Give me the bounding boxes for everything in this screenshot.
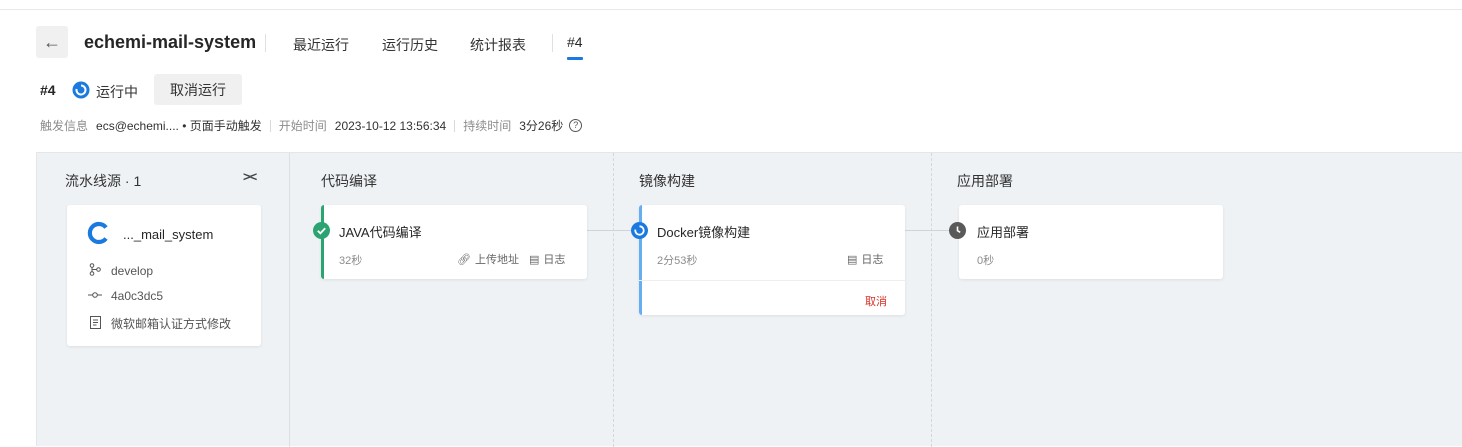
arrow-left-icon: ← bbox=[43, 31, 61, 52]
stage-title-deploy: 应用部署 bbox=[957, 173, 1013, 189]
stage-divider bbox=[613, 153, 614, 447]
log-icon: ▤ bbox=[529, 253, 540, 266]
upload-address-label: 上传地址 bbox=[474, 254, 519, 266]
run-number: #4 bbox=[40, 82, 56, 98]
branch-icon bbox=[87, 263, 103, 279]
job-card-docker-build[interactable]: Docker镜像构建 2分53秒 ▤ 日志 取消 bbox=[631, 205, 905, 315]
log-label: 日志 bbox=[861, 254, 884, 266]
top-divider bbox=[0, 0, 1462, 10]
job-status-bar bbox=[321, 205, 324, 279]
commit-row: 4a0c3dc5 bbox=[87, 289, 163, 303]
branch-row: develop bbox=[87, 263, 153, 279]
pipeline-canvas: 流水线源 · 1 >< ..._mail_system develop 4a0c… bbox=[36, 152, 1462, 447]
collapse-icon[interactable]: >< bbox=[243, 169, 257, 184]
start-time-label: 开始时间 bbox=[278, 119, 327, 133]
source-card[interactable]: ..._mail_system develop 4a0c3dc5 微软邮箱认证方… bbox=[67, 205, 261, 346]
active-tab-indicator bbox=[567, 57, 583, 60]
source-title: 流水线源 · 1 bbox=[65, 173, 142, 189]
running-status-icon bbox=[72, 81, 90, 99]
success-check-icon bbox=[313, 222, 330, 239]
start-time-value: 2023-10-12 13:56:34 bbox=[334, 118, 447, 133]
tab-run-4[interactable]: #4 bbox=[567, 34, 583, 50]
commit-message: 微软邮箱认证方式修改 bbox=[111, 317, 232, 331]
log-link[interactable]: ▤ 日志 bbox=[847, 251, 883, 267]
job-footer-divider bbox=[639, 280, 905, 281]
log-label: 日志 bbox=[543, 254, 566, 266]
document-icon bbox=[87, 315, 103, 332]
repo-name: ..._mail_system bbox=[123, 227, 214, 242]
log-icon: ▤ bbox=[847, 253, 858, 266]
stage-divider bbox=[931, 153, 932, 447]
back-button[interactable]: ← bbox=[36, 26, 68, 58]
job-name: Docker镜像构建 bbox=[657, 225, 751, 240]
commit-hash: 4a0c3dc5 bbox=[111, 289, 164, 303]
trigger-value: ecs@echemi.... • 页面手动触发 bbox=[96, 119, 262, 133]
run-meta: 触发信息 ecs@echemi.... • 页面手动触发 开始时间 2023-1… bbox=[40, 117, 583, 134]
tab-recent-runs[interactable]: 最近运行 bbox=[293, 35, 349, 55]
project-title: echemi-mail-system bbox=[84, 32, 257, 52]
job-card-java-compile[interactable]: JAVA代码编译 32秒 🔗︎ 上传地址 ▤ 日志 bbox=[313, 205, 587, 279]
trigger-label: 触发信息 bbox=[40, 119, 89, 133]
cancel-run-button[interactable]: 取消运行 bbox=[154, 74, 242, 105]
title-divider bbox=[265, 34, 266, 52]
tab-run-history[interactable]: 运行历史 bbox=[382, 35, 438, 55]
meta-divider bbox=[269, 119, 271, 132]
link-icon: 🔗︎ bbox=[457, 253, 471, 266]
duration-label: 持续时间 bbox=[463, 119, 512, 133]
job-card-deploy[interactable]: 应用部署 0秒 bbox=[949, 205, 1223, 279]
stage-title-compile: 代码编译 bbox=[321, 173, 377, 189]
pipeline-source-column: 流水线源 · 1 >< ..._mail_system develop 4a0c… bbox=[37, 153, 290, 447]
job-duration: 32秒 bbox=[339, 255, 363, 267]
waiting-clock-icon bbox=[949, 222, 966, 239]
stage-title-image-build: 镜像构建 bbox=[639, 173, 695, 189]
commit-message-row: 微软邮箱认证方式修改 bbox=[87, 315, 231, 332]
repo-logo-icon bbox=[87, 221, 108, 245]
running-status-icon bbox=[631, 222, 648, 239]
branch-name: develop bbox=[111, 264, 154, 278]
commit-icon bbox=[87, 289, 103, 303]
upload-address-link[interactable]: 🔗︎ 上传地址 bbox=[457, 251, 519, 267]
run-status-text: 运行中 bbox=[96, 84, 138, 100]
tab-divider bbox=[552, 34, 553, 52]
job-duration: 2分53秒 bbox=[657, 255, 698, 267]
tab-statistics[interactable]: 统计报表 bbox=[470, 35, 526, 55]
job-name: 应用部署 bbox=[977, 225, 1030, 240]
cancel-job-button[interactable]: 取消 bbox=[865, 293, 887, 309]
help-icon[interactable]: ? bbox=[569, 119, 583, 132]
job-name: JAVA代码编译 bbox=[339, 225, 422, 240]
meta-divider bbox=[454, 119, 456, 132]
log-link[interactable]: ▤ 日志 bbox=[529, 251, 565, 267]
duration-value: 3分26秒 bbox=[519, 119, 564, 133]
job-duration: 0秒 bbox=[977, 255, 995, 267]
